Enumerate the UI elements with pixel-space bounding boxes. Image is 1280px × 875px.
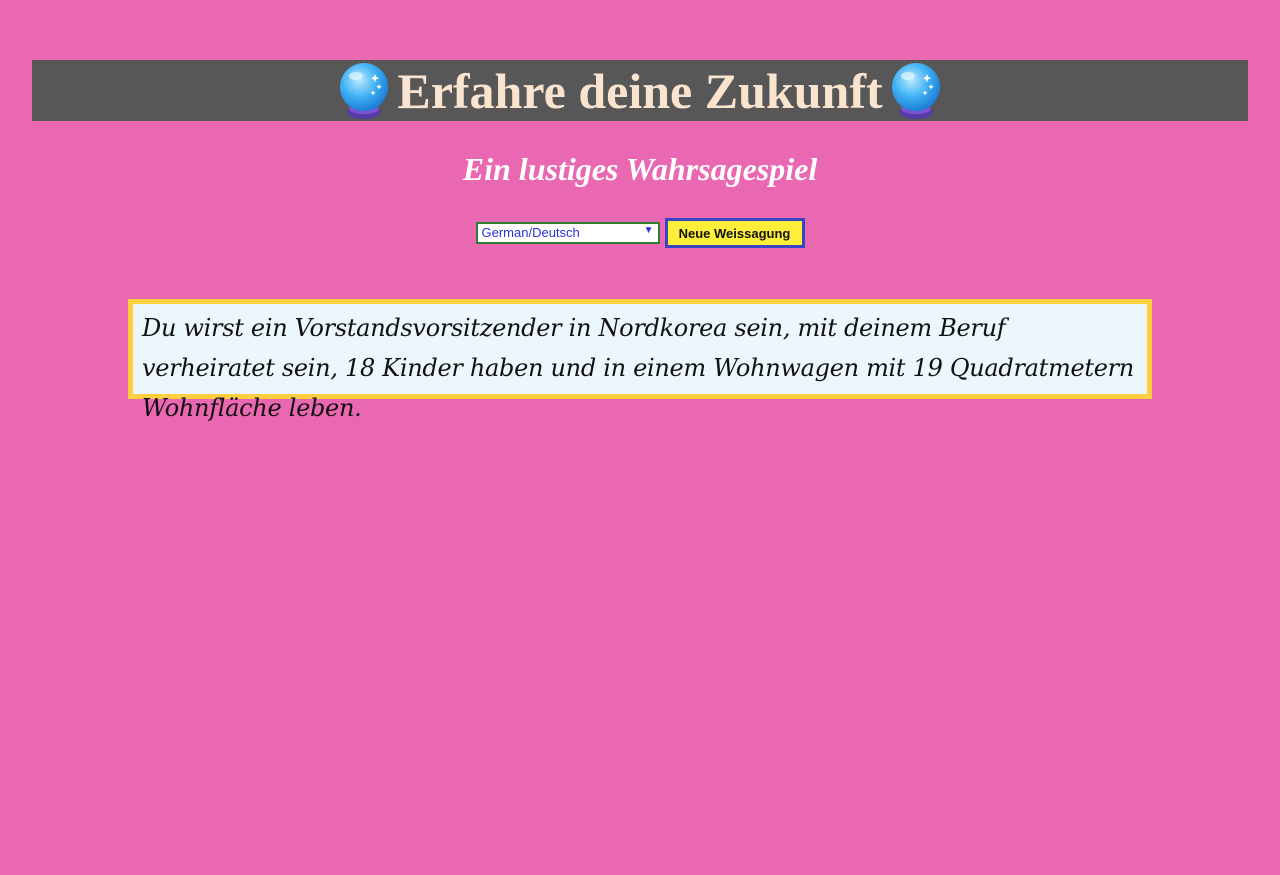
new-prophecy-button[interactable]: Neue Weissagung xyxy=(664,218,805,248)
dropdown-arrow-icon: ▼ xyxy=(643,225,654,236)
fortune-text: Du wirst ein Vorstandsvorsitzender in No… xyxy=(142,314,1134,422)
language-select[interactable]: German/Deutsch ▼ xyxy=(475,222,660,244)
page-title: Erfahre deine Zukunft xyxy=(397,62,883,119)
language-select-value: German/Deutsch xyxy=(481,225,580,240)
crystal-ball-icon xyxy=(891,62,940,119)
controls-row: German/Deutsch ▼ Neue Weissagung xyxy=(0,218,1280,248)
subtitle: Ein lustiges Wahrsagespiel xyxy=(462,151,818,187)
header-bar: Erfahre deine Zukunft xyxy=(32,60,1248,121)
crystal-ball-icon xyxy=(340,62,389,119)
fortune-box: Du wirst ein Vorstandsvorsitzender in No… xyxy=(128,299,1152,422)
